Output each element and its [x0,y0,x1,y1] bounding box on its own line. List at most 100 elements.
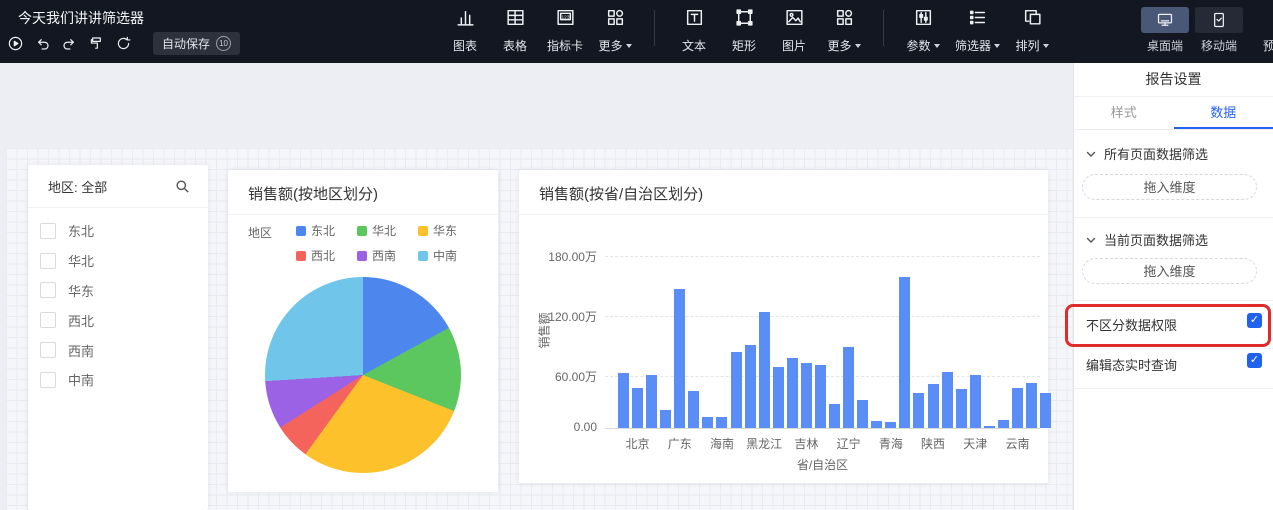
tool-filter-筛选器[interactable]: 筛选器 [955,7,1000,54]
filter-option-东北[interactable]: 东北 [28,216,208,246]
bar-9[interactable] [731,352,742,428]
bar-8[interactable] [716,417,727,428]
legend-item-华北[interactable]: 华北 [357,222,396,239]
legend-item-东北[interactable]: 东北 [296,222,335,239]
bar-12[interactable] [773,367,784,428]
caret-down-icon [1043,44,1049,48]
legend-item-中南[interactable]: 中南 [418,247,457,264]
checkbox-unchecked[interactable] [40,312,56,328]
clipped-toolbar-item[interactable]: 预览 [1263,37,1273,54]
checkbox-unchecked[interactable] [40,253,56,269]
bar-chart-title: 销售额(按省/自治区划分) [519,170,1048,215]
bar-2[interactable] [632,388,643,428]
filter-option-西北[interactable]: 西北 [28,305,208,335]
bar-26[interactable] [970,375,981,428]
bar-11[interactable] [759,312,770,428]
panel-divider [1074,217,1273,218]
section-header-1[interactable]: 所有页面数据筛选 [1086,144,1208,163]
pie-chart[interactable] [265,277,461,473]
legend-swatch [418,226,428,236]
checkbox-checked-编辑态实时查询[interactable]: ✓ [1247,353,1262,368]
bar-20[interactable] [885,422,896,428]
bar-14[interactable] [801,363,812,428]
shape-icon [734,7,755,33]
checkbox-unchecked[interactable] [40,223,56,239]
checkbox-unchecked[interactable] [40,282,56,298]
bar-27[interactable] [984,426,995,428]
tool-label-text: 指标卡 [547,37,583,54]
tool-image-图片[interactable]: 图片 [776,7,812,54]
tool-table-表格[interactable]: 表格 [497,7,533,54]
bar-22[interactable] [913,393,924,428]
bar-31[interactable] [1040,393,1051,428]
redo-icon[interactable] [60,34,79,53]
tool-label-text: 表格 [503,37,527,54]
tool-params-参数[interactable]: 参数 [905,7,941,54]
tool-label: 图片 [782,37,806,54]
tool-text-文本[interactable]: 文本 [676,7,712,54]
bar-10[interactable] [745,345,756,428]
section-header-2[interactable]: 当前页面数据筛选 [1086,230,1208,249]
drop-zone-1[interactable]: 拖入维度 [1082,174,1257,200]
bar-1[interactable] [618,373,629,428]
checkbox-unchecked[interactable] [40,342,56,358]
refresh-icon[interactable] [114,34,133,53]
legend-label: 西南 [372,247,396,264]
region-filter-widget[interactable]: 地区: 全部 东北华北华东西北西南中南 [28,165,208,510]
bar-13[interactable] [787,358,798,428]
bar-19[interactable] [871,421,882,428]
x-tick-云南: 云南 [985,435,1049,452]
tool-shape-矩形[interactable]: 矩形 [726,7,762,54]
bar-4[interactable] [660,410,671,428]
legend-item-西南[interactable]: 西南 [357,247,396,264]
device-mobile[interactable]: 移动端 [1195,7,1243,54]
autosave-badge[interactable]: 自动保存 10 [153,32,240,55]
tool-more-更多[interactable]: 更多 [826,7,862,54]
bar-7[interactable] [702,417,713,428]
tool-kpi-指标卡[interactable]: 123指标卡 [547,7,583,54]
bar-18[interactable] [857,400,868,428]
bar-21[interactable] [899,277,910,428]
checkbox-unchecked[interactable] [40,372,56,388]
preview-icon[interactable] [6,34,25,53]
bar-16[interactable] [829,404,840,428]
bar-23[interactable] [928,384,939,428]
tool-arrange-排列[interactable]: 排列 [1014,7,1050,54]
undo-icon[interactable] [33,34,52,53]
filter-option-华北[interactable]: 华北 [28,246,208,276]
legend-item-西北[interactable]: 西北 [296,247,335,264]
toolbar-divider [883,10,884,46]
pie-legend-title: 地区 [248,222,272,264]
drop-zone-2[interactable]: 拖入维度 [1082,258,1257,284]
tab-样式[interactable]: 样式 [1074,97,1174,129]
tool-chart-图表[interactable]: 图表 [447,7,483,54]
bar-6[interactable] [688,391,699,428]
report-settings-panel: 报告设置 样式数据 所有页面数据筛选拖入维度当前页面数据筛选拖入维度不区分数据权… [1073,63,1273,510]
chevron-down-icon [1086,146,1096,161]
search-icon[interactable] [175,179,190,194]
bar-29[interactable] [1012,388,1023,428]
tool-more-更多[interactable]: 更多 [597,7,633,54]
device-desktop[interactable]: 桌面端 [1141,7,1189,54]
filter-option-中南[interactable]: 中南 [28,365,208,395]
bar-15[interactable] [815,365,826,428]
panel-divider [1074,388,1273,389]
format-brush-icon[interactable] [87,34,106,53]
tool-label: 表格 [503,37,527,54]
caret-down-icon [994,44,1000,48]
bar-17[interactable] [843,347,854,428]
bar-30[interactable] [1026,383,1037,428]
bar-28[interactable] [998,420,1009,428]
filter-option-label: 西北 [68,311,94,330]
filter-option-华东[interactable]: 华东 [28,276,208,306]
legend-item-华东[interactable]: 华东 [418,222,457,239]
checkbox-checked-不区分数据权限[interactable]: ✓ [1247,313,1262,328]
filter-option-西南[interactable]: 西南 [28,335,208,365]
filter-option-label: 华东 [68,281,94,300]
bar-25[interactable] [956,389,967,428]
quick-actions: 自动保存 10 [6,32,240,55]
bar-5[interactable] [674,289,685,429]
bar-24[interactable] [942,372,953,428]
bar-3[interactable] [646,375,657,429]
tab-数据[interactable]: 数据 [1174,97,1273,129]
